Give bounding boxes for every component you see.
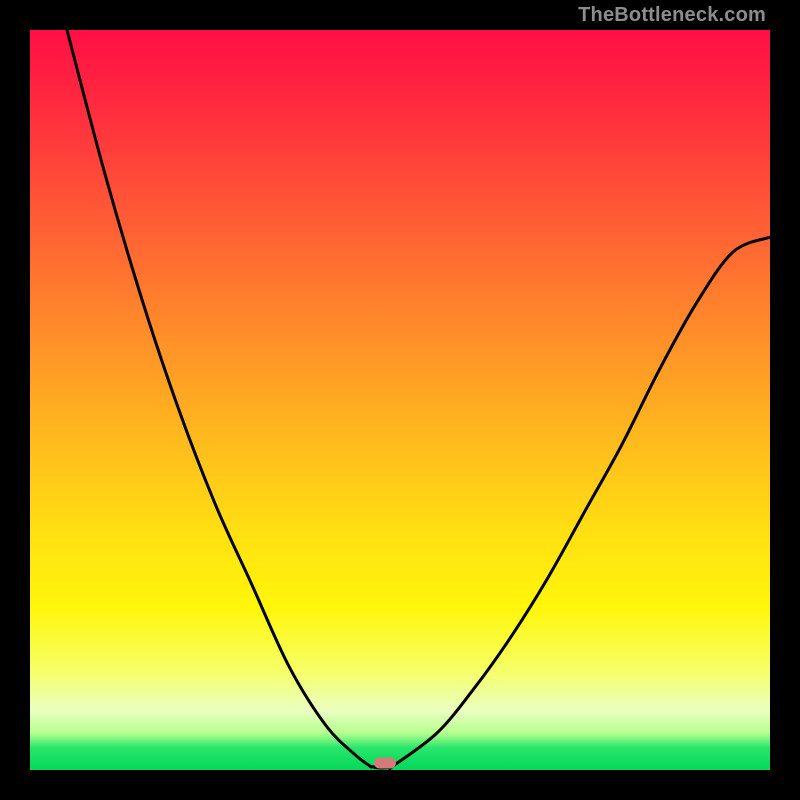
chart-frame: TheBottleneck.com xyxy=(0,0,800,800)
bottleneck-curve xyxy=(30,30,770,770)
curve-path xyxy=(67,30,770,769)
optimum-marker xyxy=(374,757,396,768)
watermark-label: TheBottleneck.com xyxy=(578,4,766,27)
